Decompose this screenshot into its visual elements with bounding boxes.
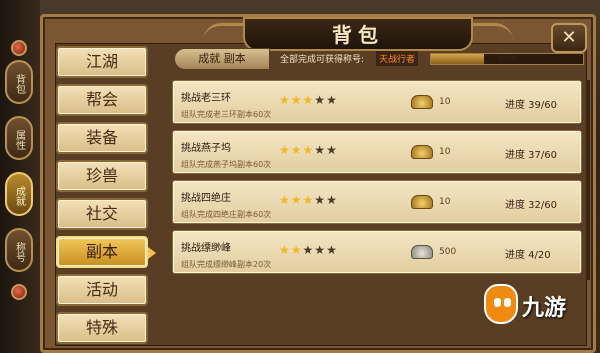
star-filled-icon: ★ <box>279 93 290 107</box>
watermark-text: 九游 <box>522 296 567 321</box>
task-title: 挑战缥缈峰 <box>181 243 231 254</box>
menu-item-social[interactable]: 社交 <box>56 198 148 230</box>
menu-item-guild[interactable]: 帮会 <box>56 84 148 116</box>
task-progress: 进度 4/20 <box>505 250 551 261</box>
star-filled-icon: ★ <box>290 143 302 157</box>
star-filled-icon: ★ <box>279 143 290 157</box>
task-progress: 进度 32/60 <box>505 200 557 211</box>
star-filled-icon: ★ <box>302 93 314 107</box>
close-icon: ✕ <box>561 27 577 48</box>
total-progress-text: 35% <box>498 53 516 62</box>
vtab-titles[interactable]: 称号 <box>5 228 33 272</box>
star-filled-icon: ★ <box>290 93 302 107</box>
star-filled-icon: ★ <box>279 243 290 257</box>
star-empty-icon: ★ <box>326 193 337 207</box>
task-progress: 进度 39/60 <box>505 100 557 111</box>
star-empty-icon: ★ <box>314 93 326 107</box>
ornament-orb-icon <box>11 284 27 300</box>
task-row[interactable]: 挑战老三环 ★★★★★ 10 进度 39/60 组队完成老三环副本60次 <box>172 80 582 124</box>
task-description: 组队完成四绝庄副本60次 <box>181 210 272 219</box>
star-empty-icon: ★ <box>302 243 314 257</box>
star-rating: ★★★★★ <box>279 89 338 108</box>
vtab-attributes[interactable]: 属性 <box>5 116 33 160</box>
menu-item-events[interactable]: 活动 <box>56 274 148 306</box>
vtab-achievements[interactable]: 成就 <box>5 172 33 216</box>
silver-ingot-icon <box>411 245 433 259</box>
star-empty-icon: ★ <box>326 93 337 107</box>
star-filled-icon: ★ <box>302 143 314 157</box>
star-filled-icon: ★ <box>302 193 314 207</box>
star-rating: ★★★★★ <box>279 139 338 158</box>
reward-amount: 10 <box>439 147 451 157</box>
task-description: 组队完成燕子坞副本60次 <box>181 160 272 169</box>
task-title: 挑战燕子坞 <box>181 143 231 154</box>
reward-amount: 10 <box>439 197 451 207</box>
gold-ingot-icon <box>411 195 433 209</box>
menu-item-equipment[interactable]: 装备 <box>56 122 148 154</box>
star-filled-icon: ★ <box>290 243 302 257</box>
vtab-bag[interactable]: 背包 <box>5 60 33 104</box>
task-description: 组队完成缥缈峰副本20次 <box>181 260 272 269</box>
banner-ornament-left <box>203 23 243 41</box>
gold-ingot-icon <box>411 95 433 109</box>
gold-ingot-icon <box>411 145 433 159</box>
task-progress: 进度 37/60 <box>505 150 557 161</box>
star-empty-icon: ★ <box>314 143 326 157</box>
total-progress-bar: 35% <box>430 53 584 65</box>
title-banner: 背包 <box>243 17 473 51</box>
star-filled-icon: ★ <box>279 193 290 207</box>
task-row[interactable]: 挑战四绝庄 ★★★★★ 10 进度 32/60 组队完成四绝庄副本60次 <box>172 180 582 224</box>
task-row[interactable]: 挑战缥缈峰 ★★★★★ 500 进度 4/20 组队完成缥缈峰副本20次 <box>172 230 582 274</box>
menu-item-pets[interactable]: 珍兽 <box>56 160 148 192</box>
watermark-logo-icon <box>484 284 518 324</box>
menu-item-special[interactable]: 特殊 <box>56 312 148 344</box>
banner-ornament-right <box>473 23 513 41</box>
star-empty-icon: ★ <box>314 243 326 257</box>
vertical-tab-strip: 背包 属性 成就 称号 <box>2 40 36 304</box>
star-rating: ★★★★★ <box>279 189 338 208</box>
reward-amount: 500 <box>439 247 457 257</box>
achievement-header: 成就 副本 全部完成可获得称号: 天战行者 35% <box>168 48 588 70</box>
menu-item-jianghu[interactable]: 江湖 <box>56 46 148 78</box>
task-title: 挑战四绝庄 <box>181 193 231 204</box>
category-menu: 江湖 帮会 装备 珍兽 社交 副本 活动 特殊 <box>56 46 156 350</box>
star-filled-icon: ★ <box>290 193 302 207</box>
reward-label: 全部完成可获得称号: <box>280 55 365 65</box>
task-list-scrollbar[interactable] <box>586 80 590 280</box>
breadcrumb: 成就 副本 <box>174 48 270 70</box>
star-empty-icon: ★ <box>326 143 337 157</box>
window-title: 背包 <box>332 23 384 47</box>
menu-item-dungeon[interactable]: 副本 <box>56 236 156 268</box>
reward-amount: 10 <box>439 97 451 107</box>
star-rating: ★★★★★ <box>279 239 338 258</box>
reward-title-value: 天战行者 <box>376 51 419 66</box>
task-list: 挑战老三环 ★★★★★ 10 进度 39/60 组队完成老三环副本60次 挑战燕… <box>172 80 582 280</box>
task-row[interactable]: 挑战燕子坞 ★★★★★ 10 进度 37/60 组队完成燕子坞副本60次 <box>172 130 582 174</box>
task-title: 挑战老三环 <box>181 93 231 104</box>
ornament-orb-icon <box>11 40 27 56</box>
star-empty-icon: ★ <box>326 243 337 257</box>
task-description: 组队完成老三环副本60次 <box>181 110 272 119</box>
star-empty-icon: ★ <box>314 193 326 207</box>
